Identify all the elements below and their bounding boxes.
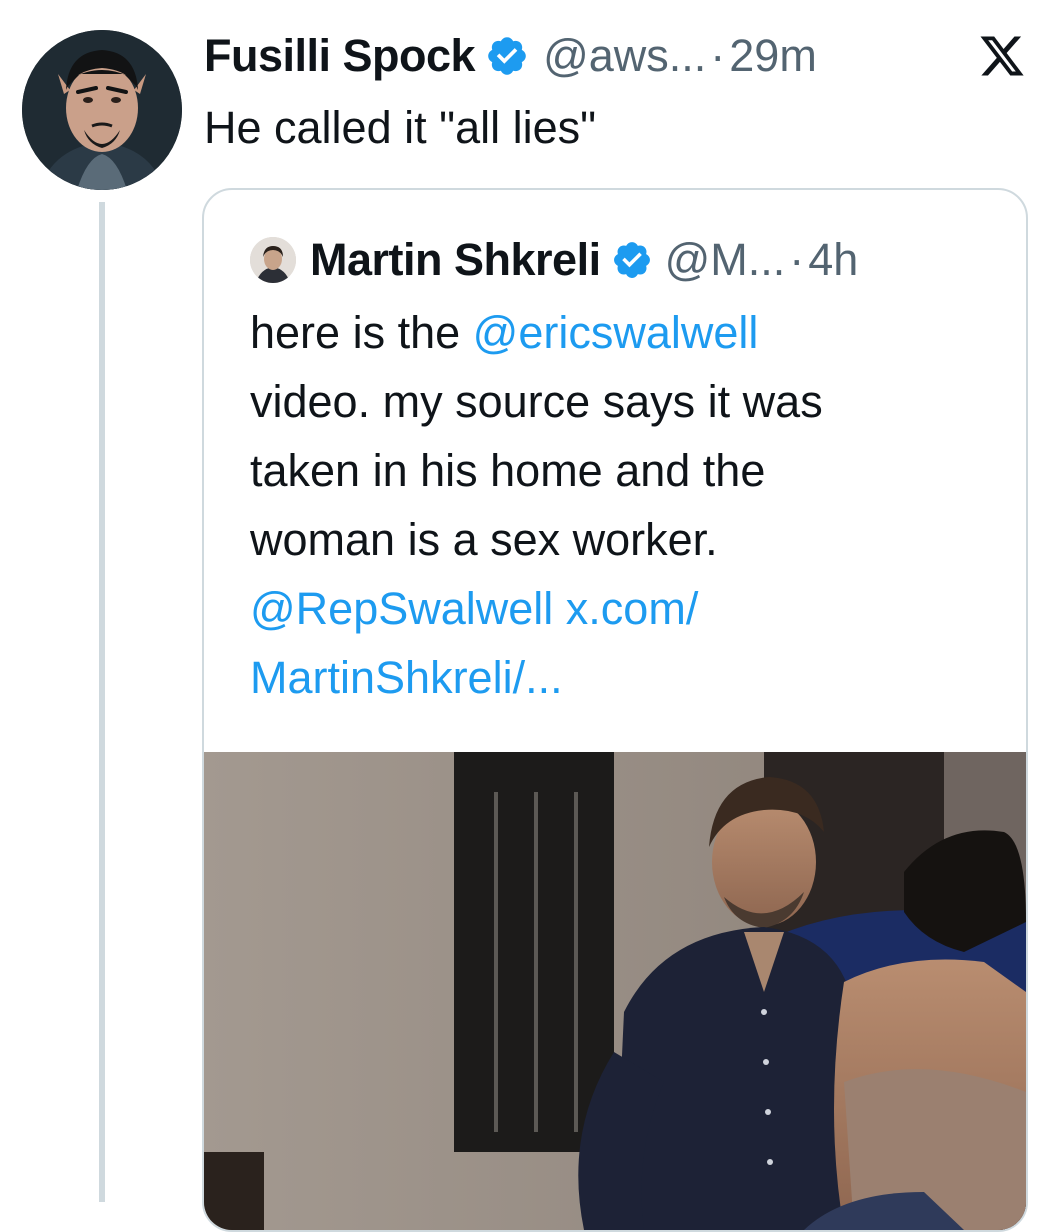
url-link[interactable]: x.com/ [553,583,699,634]
text-line: video. my source says it was [250,376,823,427]
timestamp[interactable]: 29m [729,30,817,82]
tweet[interactable]: Fusilli Spock @aws... · 29m He called it… [0,0,1048,1232]
mention-link[interactable]: @ericswalwell [473,307,759,358]
quoted-tweet[interactable]: Martin Shkreli @M... · 4h here is the @e… [202,188,1028,1232]
video-thumbnail[interactable] [204,752,1026,1230]
text-line: here is the @ericswalwell [250,298,823,367]
quoted-author-avatar[interactable] [250,237,296,283]
text-line: woman is a sex worker. [250,514,718,565]
spock-avatar-icon [22,30,182,190]
author-avatar[interactable] [22,30,182,190]
verified-badge-icon [488,37,526,75]
author-handle[interactable]: @aws... [543,30,706,82]
url-link[interactable]: MartinShkreli/... [250,652,563,703]
mention-link[interactable]: @RepSwalwell [250,583,553,634]
text-line: taken in his home and the [250,445,766,496]
quoted-author-handle[interactable]: @M... [665,234,786,286]
quoted-tweet-text: here is the @ericswalwell video. my sour… [250,298,823,712]
text-line: @RepSwalwell x.com/ [250,574,823,643]
author-name[interactable]: Fusilli Spock [204,30,476,82]
thread-line [99,202,105,1202]
separator-dot: · [789,234,805,285]
tweet-text: He called it "all lies" [204,102,597,153]
text-segment: here is the [250,307,473,358]
martin-shkreli-avatar-icon [250,237,296,283]
tweet-header: Fusilli Spock @aws... · 29m [204,26,817,86]
quoted-tweet-header: Martin Shkreli @M... · 4h [250,230,858,290]
quoted-author-name[interactable]: Martin Shkreli [310,234,601,286]
x-logo-icon[interactable] [978,32,1026,80]
quoted-timestamp[interactable]: 4h [808,234,858,286]
video-thumbnail-image [204,752,1026,1230]
text-line: MartinShkreli/... [250,643,823,712]
verified-badge-icon [613,242,650,278]
separator-dot: · [710,30,726,81]
